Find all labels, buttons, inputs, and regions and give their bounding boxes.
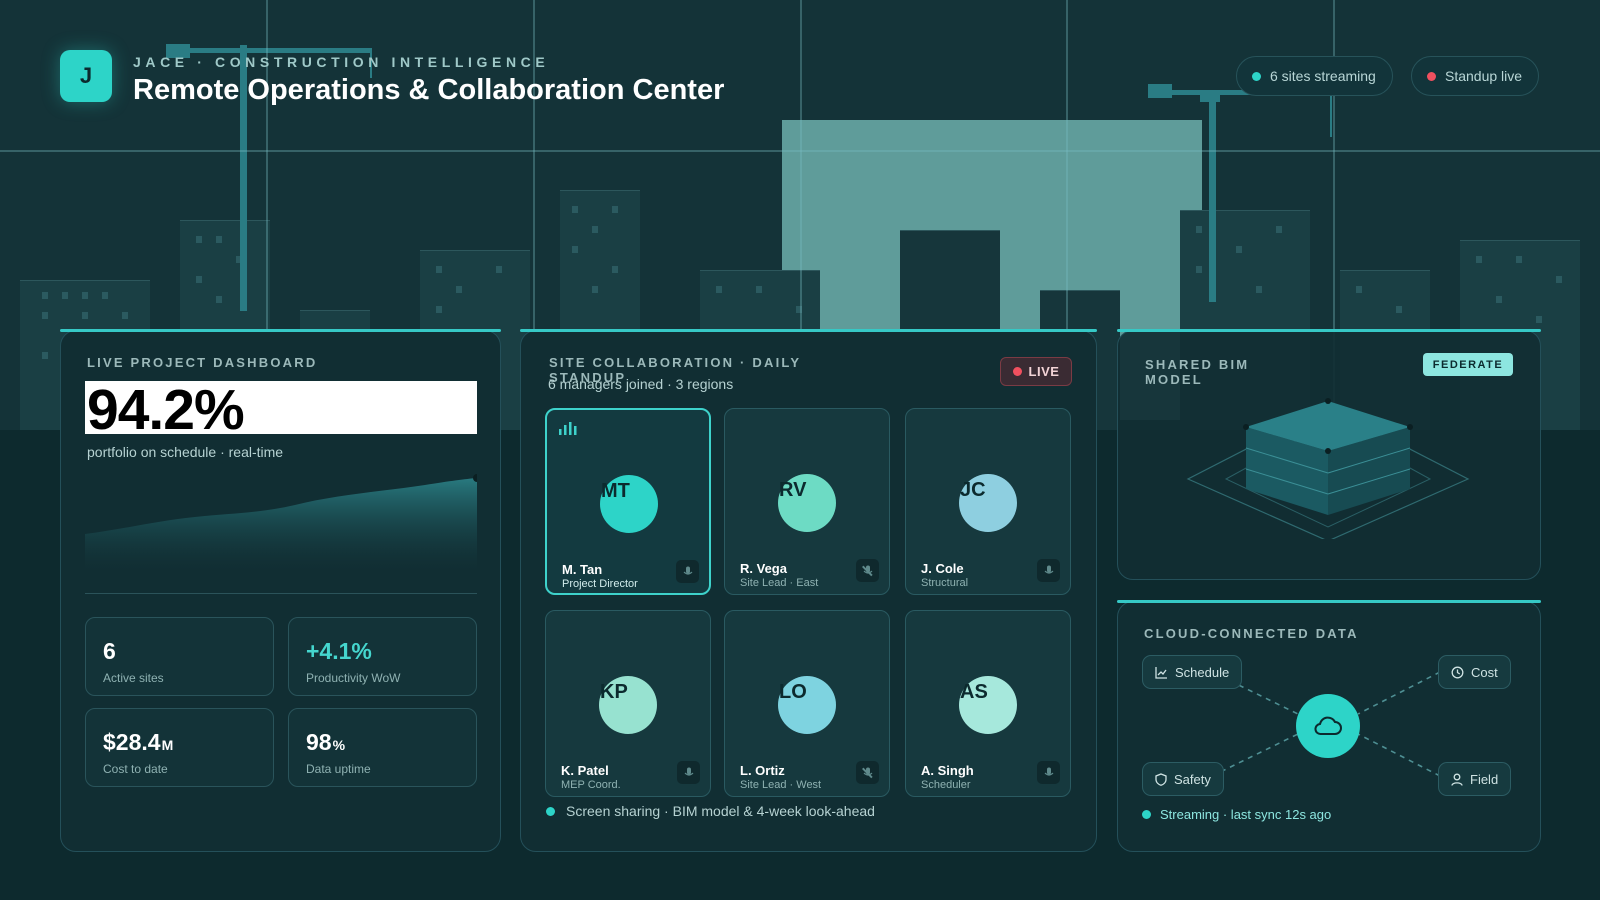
mic-icon[interactable] <box>676 560 699 583</box>
standup-subtitle: 6 managers joined · 3 regions <box>548 376 734 392</box>
status-dot <box>1252 71 1261 81</box>
participant-tile[interactable]: MT M. Tan Project Director <box>545 408 711 595</box>
avatar-initials: MT <box>601 480 630 502</box>
participant-name: M. Tan <box>562 562 603 577</box>
stat-label: Cost to date <box>103 762 168 776</box>
participant-role: MEP Coord. <box>561 779 621 791</box>
panel-title: LIVE PROJECT DASHBOARD <box>87 355 318 370</box>
node-field[interactable]: Field <box>1438 762 1512 796</box>
chart-icon <box>1155 666 1167 679</box>
participant-role: Project Director <box>562 578 638 590</box>
speaking-icon <box>559 422 577 435</box>
mic-icon[interactable] <box>1037 761 1060 784</box>
stat-value: 6 <box>103 638 116 664</box>
kpi-value: 94.2% <box>87 378 245 442</box>
stat-label: Data uptime <box>306 762 371 776</box>
avatar-initials: AS <box>960 681 988 703</box>
schedule-trend-sparkline <box>85 474 477 571</box>
node-cost[interactable]: Cost <box>1438 655 1511 689</box>
avatar-initials: LO <box>779 681 807 703</box>
cloud-icon <box>1314 716 1342 735</box>
participant-name: L. Ortiz <box>740 763 785 778</box>
participant-name: J. Cole <box>921 561 964 576</box>
sync-status: Streaming · last sync 12s ago <box>1142 807 1331 822</box>
live-dot <box>1012 367 1022 376</box>
mic-muted-icon[interactable] <box>856 761 879 784</box>
stat-value: $28.4M <box>103 729 174 755</box>
stat-cost-to-date: $28.4M Cost to date <box>85 708 274 787</box>
participant-tile[interactable]: JC J. Cole Structural <box>905 408 1071 595</box>
mic-icon[interactable] <box>677 761 700 784</box>
stat-label: Productivity WoW <box>306 671 401 685</box>
pill-label: Standup live <box>1445 68 1523 84</box>
stat-value: 98% <box>306 729 346 755</box>
participant-role: Site Lead · East <box>740 577 819 589</box>
shield-icon <box>1155 772 1167 786</box>
page-title: Remote Operations & Collaboration Center <box>133 74 725 106</box>
stat-active-sites: 6 Active sites <box>85 617 274 696</box>
participant-tile[interactable]: LO L. Ortiz Site Lead · West <box>724 610 890 797</box>
sites-streaming-pill[interactable]: 6 sites streaming <box>1236 56 1393 96</box>
live-project-dashboard: LIVE PROJECT DASHBOARD 94.2% portfolio o… <box>60 329 501 852</box>
participant-tile[interactable]: KP K. Patel MEP Coord. <box>545 610 711 797</box>
status-dot <box>1427 71 1436 81</box>
federate-button[interactable]: FEDERATE <box>1423 353 1513 376</box>
kpi-caption: portfolio on schedule · real-time <box>87 444 284 460</box>
stat-label: Active sites <box>103 671 164 685</box>
clock-icon <box>1451 666 1464 678</box>
mic-icon[interactable] <box>1037 559 1060 582</box>
node-safety[interactable]: Safety <box>1142 762 1224 796</box>
stat-productivity: +4.1% Productivity WoW <box>288 617 477 696</box>
site-collaboration-standup: SITE COLLABORATION · DAILY STANDUP LIVE … <box>520 329 1097 852</box>
standup-live-pill[interactable]: Standup live <box>1411 56 1540 96</box>
live-badge: LIVE <box>1000 357 1072 386</box>
person-icon <box>1451 773 1463 786</box>
participant-role: Scheduler <box>921 779 971 791</box>
mic-muted-icon[interactable] <box>856 559 879 582</box>
avatar-initials: KP <box>600 681 628 703</box>
sparkline-area <box>85 478 477 571</box>
node-schedule[interactable]: Schedule <box>1142 655 1243 689</box>
bim-model-viewer[interactable] <box>1178 389 1478 539</box>
cloud-connected-data: CLOUD-CONNECTED DATA Schedule Cost Safet… <box>1117 600 1541 852</box>
participant-name: A. Singh <box>921 763 974 778</box>
stat-data-uptime: 98% Data uptime <box>288 708 477 787</box>
screen-share-status: Screen sharing · BIM model & 4-week look… <box>546 803 875 819</box>
avatar-initials: JC <box>960 479 986 501</box>
stat-value: +4.1% <box>306 638 372 664</box>
participant-name: R. Vega <box>740 561 787 576</box>
panel-title: SHARED BIM MODEL <box>1145 357 1250 387</box>
participant-tile[interactable]: RV R. Vega Site Lead · East <box>724 408 890 595</box>
participant-role: Site Lead · West <box>740 779 822 791</box>
participant-role: Structural <box>921 577 969 589</box>
participant-name: K. Patel <box>561 763 609 778</box>
crane <box>1209 90 1216 302</box>
status-dot <box>1142 810 1151 819</box>
status-dot <box>546 806 555 816</box>
pill-label: 6 sites streaming <box>1270 68 1376 84</box>
avatar-initials: RV <box>779 479 807 501</box>
participant-tile[interactable]: AS A. Singh Scheduler <box>905 610 1071 797</box>
shared-bim-model: SHARED BIM MODEL FEDERATE <box>1117 329 1541 580</box>
app-logo[interactable]: J <box>60 50 112 102</box>
cloud-hub[interactable] <box>1296 694 1360 758</box>
brand-name: JACE · CONSTRUCTION INTELLIGENCE <box>133 54 550 70</box>
